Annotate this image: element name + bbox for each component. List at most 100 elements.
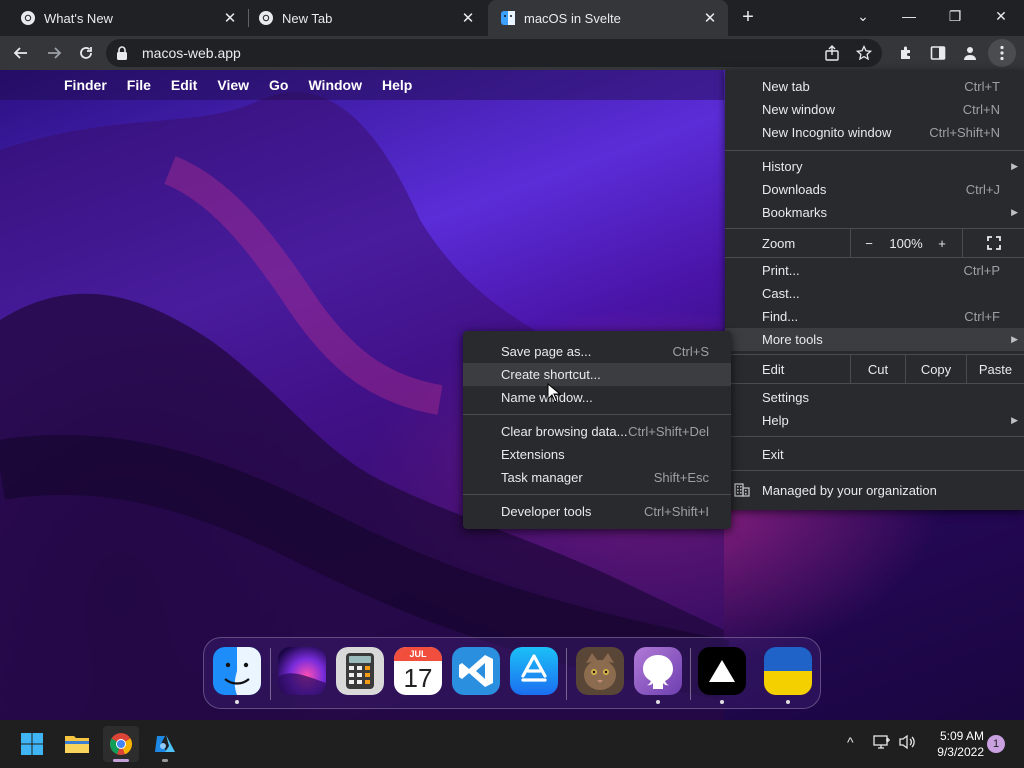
vscode-icon[interactable]	[452, 647, 500, 695]
file-explorer-icon[interactable]	[59, 726, 95, 762]
back-button[interactable]	[7, 39, 35, 67]
menu-edit[interactable]: Edit	[171, 77, 197, 93]
chrome-menu-button[interactable]	[988, 39, 1016, 67]
menu-label: New window	[762, 102, 835, 117]
menu-history[interactable]: History ▶	[725, 155, 1024, 178]
menu-label: Create shortcut...	[501, 367, 601, 382]
cut-button[interactable]: Cut	[851, 355, 905, 383]
menu-name-window[interactable]: Name window...	[463, 386, 731, 409]
tab-new-tab[interactable]: New Tab ✕	[238, 0, 486, 36]
menu-print[interactable]: Print... Ctrl+P	[725, 259, 1024, 282]
running-indicator	[235, 700, 239, 704]
menu-exit[interactable]: Exit	[725, 443, 1024, 466]
menu-save-page-as[interactable]: Save page as... Ctrl+S	[463, 340, 731, 363]
dock-divider	[566, 648, 567, 700]
minimize-button[interactable]: —	[886, 0, 932, 32]
menu-label: Settings	[762, 390, 809, 405]
ukraine-flag-icon[interactable]	[764, 647, 812, 695]
window-close-button[interactable]: ✕	[978, 0, 1024, 32]
tab-title: New Tab	[282, 10, 333, 26]
windows-start-icon[interactable]	[14, 726, 50, 762]
submenu-arrow-icon: ▶	[1011, 415, 1018, 425]
volume-icon[interactable]	[898, 734, 916, 753]
chrome-icon[interactable]	[103, 726, 139, 762]
finder-icon[interactable]	[213, 647, 261, 695]
close-tab-icon[interactable]: ✕	[220, 8, 240, 28]
share-icon[interactable]	[822, 43, 842, 63]
bookmark-star-icon[interactable]	[854, 43, 874, 63]
menu-separator	[725, 436, 1024, 437]
restore-button[interactable]: ❐	[932, 0, 978, 32]
new-tab-button[interactable]: +	[737, 6, 759, 28]
azure-icon[interactable]	[147, 726, 183, 762]
dock-divider	[270, 648, 271, 700]
wallpapers-icon[interactable]	[278, 647, 326, 695]
menu-new-tab[interactable]: New tab Ctrl+T	[725, 75, 1024, 98]
menu-task-manager[interactable]: Task manager Shift+Esc	[463, 466, 731, 489]
menu-finder[interactable]: Finder	[64, 77, 107, 93]
tray-chevron-icon[interactable]: ^	[847, 734, 854, 750]
calculator-icon[interactable]	[336, 647, 384, 695]
menu-bookmarks[interactable]: Bookmarks ▶	[725, 201, 1024, 224]
menu-edit-row: Edit Cut Copy Paste	[725, 355, 1024, 383]
menu-label: Bookmarks	[762, 205, 828, 220]
notification-badge[interactable]: 1	[987, 735, 1005, 753]
fullscreen-button[interactable]	[963, 229, 1024, 257]
lock-icon[interactable]	[116, 46, 128, 65]
menu-create-shortcut[interactable]: Create shortcut...	[463, 363, 731, 386]
calendar-day: 17	[403, 663, 433, 693]
menu-help[interactable]: Help ▶	[725, 409, 1024, 432]
tab-whats-new[interactable]: What's New ✕	[0, 0, 248, 36]
menu-label: Managed by your organization	[762, 482, 937, 498]
menu-managed-by-organization[interactable]: Managed by your organization	[725, 470, 1024, 510]
menu-help[interactable]: Help	[382, 77, 412, 93]
menu-label: Developer tools	[501, 504, 592, 519]
active-app-indicator	[113, 759, 129, 762]
network-icon[interactable]	[873, 734, 891, 753]
building-icon	[734, 483, 750, 500]
calendar-icon[interactable]: JUL 17	[394, 647, 442, 695]
fullscreen-icon	[986, 236, 1001, 250]
menu-more-tools[interactable]: More tools ▶	[725, 328, 1024, 351]
cat-photo-icon[interactable]	[576, 647, 624, 695]
extensions-puzzle-icon[interactable]	[892, 39, 920, 67]
copy-button[interactable]: Copy	[906, 355, 966, 383]
menu-separator	[463, 414, 731, 415]
paste-button[interactable]: Paste	[967, 355, 1024, 383]
menu-separator	[463, 494, 731, 495]
kebab-menu-icon	[1000, 45, 1004, 61]
tab-macos-in-svelte[interactable]: macOS in Svelte ✕	[488, 0, 728, 36]
side-panel-icon[interactable]	[924, 39, 952, 67]
menu-extensions[interactable]: Extensions	[463, 443, 731, 466]
menu-find[interactable]: Find... Ctrl+F	[725, 305, 1024, 328]
taskbar-clock[interactable]: 5:09 AM 9/3/2022	[920, 728, 984, 760]
macos-menubar: Finder File Edit View Go Window Help	[0, 70, 724, 100]
menu-file[interactable]: File	[127, 77, 151, 93]
close-tab-icon[interactable]: ✕	[700, 8, 720, 28]
vercel-icon[interactable]	[698, 647, 746, 695]
menu-label: History	[762, 159, 803, 174]
zoom-out-button[interactable]: −	[851, 229, 887, 257]
menu-developer-tools[interactable]: Developer tools Ctrl+Shift+I	[463, 500, 731, 523]
app-store-icon[interactable]	[510, 647, 558, 695]
menu-view[interactable]: View	[217, 77, 249, 93]
menu-zoom-row: Zoom − 100% +	[725, 229, 1024, 257]
github-icon[interactable]	[634, 647, 682, 695]
menu-go[interactable]: Go	[269, 77, 288, 93]
menu-new-incognito-window[interactable]: New Incognito window Ctrl+Shift+N	[725, 121, 1024, 144]
menu-downloads[interactable]: Downloads Ctrl+J	[725, 178, 1024, 201]
address-bar[interactable]: macos-web.app	[106, 39, 882, 67]
menu-separator	[725, 257, 1024, 258]
url-text[interactable]: macos-web.app	[142, 45, 241, 61]
menu-window[interactable]: Window	[308, 77, 362, 93]
tab-search-button[interactable]: ⌄	[840, 0, 886, 32]
menu-cast[interactable]: Cast...	[725, 282, 1024, 305]
menu-new-window[interactable]: New window Ctrl+N	[725, 98, 1024, 121]
zoom-in-button[interactable]: +	[925, 229, 959, 257]
menu-clear-browsing-data[interactable]: Clear browsing data... Ctrl+Shift+Del	[463, 420, 731, 443]
close-tab-icon[interactable]: ✕	[458, 8, 478, 28]
profile-icon[interactable]	[956, 39, 984, 67]
menu-settings[interactable]: Settings	[725, 386, 1024, 409]
reload-button[interactable]	[72, 39, 100, 67]
forward-button[interactable]	[40, 39, 68, 67]
